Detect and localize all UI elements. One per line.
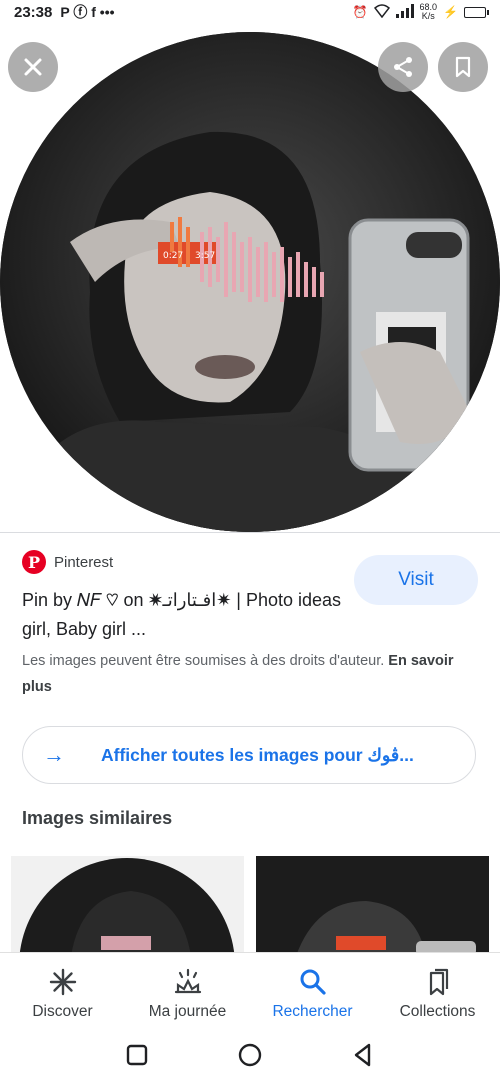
system-navigation: [0, 1032, 500, 1077]
divider: [0, 532, 500, 533]
bookmark-button[interactable]: [438, 42, 488, 92]
signal-icon: [395, 3, 414, 21]
sunrise-icon: [174, 968, 201, 994]
show-all-images-button[interactable]: → Afficher toutes les images pour ڤوك...: [22, 726, 476, 784]
visit-button[interactable]: Visit: [354, 555, 478, 605]
copyright-text: Les images peuvent être soumises à des d…: [22, 653, 385, 669]
result-title[interactable]: Pin by 𝑁𝐹 ♡ on ✷افـتاراتـ✷ | Photo ideas…: [22, 586, 342, 644]
alarm-icon: ⏰: [352, 5, 368, 19]
battery-icon: [464, 6, 489, 18]
status-time: 23:38: [14, 3, 53, 21]
show-all-label: Afficher toutes les images pour ڤوك...: [101, 744, 414, 765]
close-icon: [24, 58, 42, 76]
status-app-icons: P ⓕ f •••: [60, 4, 115, 20]
asterisk-icon: [49, 968, 76, 996]
close-button[interactable]: [8, 42, 58, 92]
nav-ma-journee-label: Ma journée: [148, 1003, 227, 1020]
share-button[interactable]: [378, 42, 428, 92]
similar-image-2[interactable]: [256, 856, 489, 956]
audio-time-start: 0:27: [163, 251, 183, 261]
arrow-right-icon: →: [43, 742, 65, 767]
bookmark-icon: [455, 56, 471, 78]
network-speed: 68.0 K/s: [420, 3, 438, 21]
nav-discover-label: Discover: [32, 1003, 93, 1020]
audio-time-end: 3:57: [195, 251, 215, 261]
bottom-navigation: Discover Ma journée Rechercher Collectio…: [0, 952, 500, 1032]
source-row[interactable]: P Pinterest: [22, 550, 113, 574]
status-bar: 23:38 P ⓕ f ••• ⏰ 68.0 K/s ⚡: [0, 0, 500, 24]
pinterest-logo-icon: P: [22, 550, 46, 574]
wifi-icon: [373, 3, 390, 21]
recent-apps-icon[interactable]: [124, 1042, 150, 1068]
back-icon[interactable]: [350, 1042, 376, 1068]
nav-ma-journee[interactable]: Ma journée: [125, 953, 250, 1032]
source-name: Pinterest: [54, 553, 114, 571]
copyright-notice: Les images peuvent être soumises à des d…: [22, 648, 482, 700]
share-icon: [394, 57, 412, 77]
nav-rechercher[interactable]: Rechercher: [250, 953, 375, 1032]
nav-collections[interactable]: Collections: [375, 953, 500, 1032]
speed-unit: K/s: [421, 11, 435, 21]
search-icon: [300, 969, 326, 995]
collections-icon: [429, 968, 448, 996]
nav-rechercher-label: Rechercher: [272, 1003, 353, 1020]
charging-icon: ⚡: [443, 5, 458, 19]
similar-image-1[interactable]: [11, 856, 244, 956]
hero-image-area: 0:27 3:57: [0, 24, 500, 532]
similar-images-heading: Images similaires: [22, 808, 173, 828]
nav-discover[interactable]: Discover: [0, 953, 125, 1032]
home-icon[interactable]: [237, 1042, 263, 1068]
hero-image[interactable]: 0:27 3:57: [0, 32, 500, 532]
nav-collections-label: Collections: [399, 1003, 476, 1020]
